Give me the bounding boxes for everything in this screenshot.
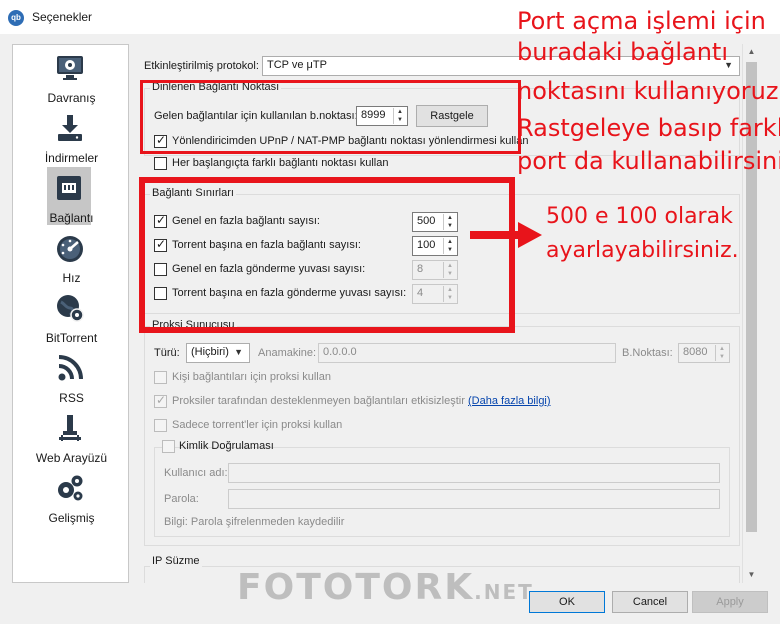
scroll-down-icon[interactable]: ▼ [743, 567, 760, 583]
random-each-start-label: Her başlangıçta farklı bağlantı noktası … [172, 157, 389, 169]
listening-port-highlight [140, 80, 521, 154]
arrow-icon [470, 222, 542, 248]
web-ui-icon [55, 413, 85, 443]
sidebar-item-behavior[interactable]: Davranış [13, 49, 130, 109]
protocol-label: Etkinleştirilmiş protokol: [144, 60, 259, 72]
apply-button[interactable]: Apply [692, 591, 768, 613]
sidebar-item-speed[interactable]: Hız [13, 229, 130, 289]
ok-button[interactable]: OK [529, 591, 605, 613]
port-annotation-line-4: Rastgeleye basıp farklı [517, 114, 780, 142]
sidebar-item-downloads[interactable]: İndirmeler [13, 109, 130, 169]
monitor-gear-icon [55, 53, 85, 83]
more-info-link[interactable]: (Daha fazla bilgi) [468, 395, 551, 407]
password-info-text: Bilgi: Parola şifrelenmeden kaydedilir [164, 516, 345, 528]
username-label: Kullanıcı adı: [164, 467, 228, 479]
username-input[interactable] [228, 463, 720, 483]
limit-annotation-line-1: 500 e 100 olarak [546, 204, 733, 229]
auth-title: Kimlik Doğrulaması [179, 440, 274, 452]
proxy-disable-unsupported-label: Proksiler tarafından desteklenmeyen bağl… [172, 395, 465, 407]
watermark: FOTOTORK.NET [237, 567, 534, 608]
chevron-down-icon: ▼ [234, 347, 243, 357]
globe-gear-icon [55, 293, 85, 323]
sidebar-item-web-ui[interactable]: Web Arayüzü [13, 409, 130, 469]
sidebar: Davranış İndirmeler Bağlantı Hız BitTorr… [12, 44, 129, 583]
proxy-type-dropdown[interactable]: (Hiçbiri) ▼ [186, 343, 250, 363]
proxy-torrent-only-checkbox[interactable] [154, 419, 167, 432]
proxy-host-input[interactable]: 0.0.0.0 [318, 343, 616, 363]
proxy-peer-label: Kişi bağlantıları için proksi kullan [172, 371, 331, 383]
spin-arrows-icon[interactable]: ▲ ▼ [715, 345, 728, 361]
sidebar-item-connection[interactable]: Bağlantı [13, 167, 130, 229]
connection-limits-highlight [139, 177, 515, 333]
auth-checkbox[interactable] [162, 440, 175, 453]
port-annotation-line-5: port da kullanabilirsiniz [517, 147, 780, 175]
port-annotation-line-3: noktasını kullanıyoruz. [517, 77, 780, 105]
speedometer-icon [55, 233, 85, 263]
proxy-host-label: Anamakine: [258, 347, 317, 359]
app-icon: qb [8, 10, 24, 26]
proxy-torrent-only-label: Sadece torrent'ler için proksi kullan [172, 419, 343, 431]
rss-icon [55, 353, 85, 383]
proxy-port-spinbox[interactable]: 8080 ▲ ▼ [678, 343, 730, 363]
cancel-button[interactable]: Cancel [612, 591, 688, 613]
window-title: Seçenekler [32, 10, 93, 24]
sidebar-item-bittorrent[interactable]: BitTorrent [13, 289, 130, 349]
gears-icon [55, 473, 85, 503]
sidebar-item-advanced[interactable]: Gelişmiş [13, 469, 130, 529]
port-annotation-line-2: buradaki bağlantı [517, 38, 728, 66]
proxy-peer-checkbox[interactable] [154, 371, 167, 384]
proxy-port-label: B.Noktası: [622, 347, 673, 359]
port-annotation-line-1: Port açma işlemi için [517, 7, 766, 35]
proxy-type-label: Türü: [154, 347, 180, 359]
random-each-start-checkbox[interactable] [154, 157, 167, 170]
ip-filter-title: IP Süzme [150, 555, 202, 567]
sidebar-item-rss[interactable]: RSS [13, 349, 130, 409]
proxy-disable-unsupported-checkbox[interactable] [154, 393, 167, 408]
password-label: Parola: [164, 493, 199, 505]
password-input[interactable] [228, 489, 720, 509]
scroll-up-icon[interactable]: ▲ [743, 44, 760, 60]
download-icon [55, 113, 85, 143]
limit-annotation-line-2: ayarlayabilirsiniz. [546, 238, 739, 263]
